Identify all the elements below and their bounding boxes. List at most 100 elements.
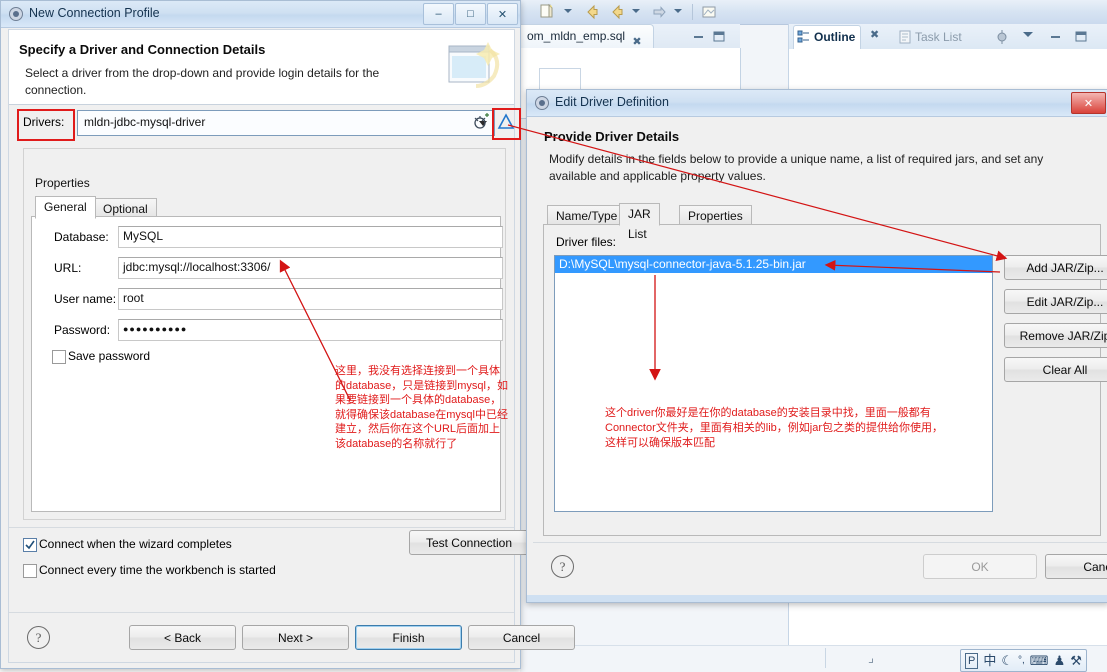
close-button[interactable]: ✕ [1071, 92, 1106, 114]
properties-legend: Properties [31, 176, 94, 190]
database-field[interactable]: MySQL [118, 226, 503, 248]
drivers-row: Drivers: mldn-jdbc-mysql-driver [9, 104, 521, 144]
editor-minimize-icon[interactable] [692, 30, 705, 42]
connect-every-time-label: Connect every time the workbench is star… [39, 563, 276, 577]
outline-minimize-icon[interactable] [1049, 30, 1062, 42]
edit-driver-definition-dialog: Edit Driver Definition ✕ Provide Driver … [526, 89, 1107, 603]
finish-button[interactable]: Finish [355, 625, 462, 650]
ime-user-icon[interactable]: ♟ [1054, 651, 1066, 670]
tab-jar-list[interactable]: JAR List [619, 203, 660, 241]
ime-mode-icon[interactable]: 中 [983, 651, 996, 670]
ime-keyboard-icon[interactable]: ⌨ [1030, 651, 1049, 670]
help-button[interactable]: ? [551, 555, 574, 578]
cancel-button[interactable]: Cancel [468, 625, 575, 650]
tab-task-list[interactable]: Task List [897, 27, 967, 47]
remove-jar-zip-button[interactable]: Remove JAR/Zip [1004, 323, 1107, 348]
task-list-icon [899, 30, 911, 44]
edit-driver-definition-title: Edit Driver Definition [555, 95, 669, 109]
status-separator [825, 648, 826, 668]
wizard-header-title: Specify a Driver and Connection Details [19, 42, 266, 57]
wizard-banner-icon [448, 42, 500, 88]
edit-driver-button-bar: OK Cancel [923, 554, 1107, 579]
connect-when-wizard-completes-checkbox[interactable] [23, 538, 37, 552]
url-annotation-note: 这里，我没有选择连接到一个具体的database，只是链接到mysql，如果要链… [335, 365, 508, 450]
ime-punctuation-icon[interactable]: °, [1018, 651, 1025, 670]
username-field[interactable]: root [118, 288, 503, 310]
url-field[interactable]: jdbc:mysql://localhost:3306/ [118, 257, 503, 279]
driver-files-list[interactable]: D:\MySQL\mysql-connector-java-5.1.25-bin… [554, 255, 993, 512]
editor-tab-label: om_mldn_emp.sql [527, 29, 626, 43]
cancel-button[interactable]: Cancel [1045, 554, 1107, 579]
drivers-label: Drivers: [23, 115, 65, 129]
back-button[interactable]: < Back [129, 625, 236, 650]
ime-settings-icon[interactable]: ⚒ [1070, 651, 1082, 670]
edit-jar-zip-button[interactable]: Edit JAR/Zip... [1004, 289, 1107, 314]
drivers-select[interactable]: mldn-jdbc-mysql-driver [77, 110, 495, 136]
dialog-bottom-strip [527, 595, 1107, 602]
password-label: Password: [54, 323, 111, 337]
next-annotation-icon[interactable] [650, 3, 668, 21]
ime-language-bar[interactable]: P 中 ☾ °, ⌨ ♟ ⚒ [960, 649, 1087, 672]
open-editor-icon[interactable] [700, 3, 718, 21]
new-driver-definition-icon[interactable] [472, 113, 490, 131]
add-jar-zip-button[interactable]: Add JAR/Zip... [1004, 255, 1107, 280]
wizard-header: Specify a Driver and Connection Details … [9, 30, 514, 105]
driver-files-label: Driver files: [556, 235, 617, 249]
eclipse-toolbar: Quick Access [520, 0, 1107, 25]
outline-view-menu-icon[interactable] [1023, 32, 1033, 37]
driver-details-description: Modify details in the fields below to pr… [549, 152, 1044, 183]
next-annotation-dropdown-icon[interactable] [674, 9, 682, 13]
new-connection-profile-title: New Connection Profile [29, 6, 160, 20]
new-connection-profile-titlebar: New Connection Profile – □ ✕ [1, 1, 520, 28]
outline-toolbar-icon[interactable] [994, 29, 1010, 44]
eclipse-status-bar: ⌟ P 中 ☾ °, ⌨ ♟ ⚒ [520, 645, 1107, 672]
tab-general-label: General [44, 200, 87, 214]
new-wizard-dropdown-icon[interactable] [564, 9, 572, 13]
edit-driver-definition-icon[interactable] [496, 112, 516, 132]
jar-list-tab-panel: Driver files: D:\MySQL\mysql-connector-j… [543, 224, 1107, 536]
password-field[interactable]: ●●●●●●●●●● [118, 319, 503, 341]
forward-dropdown-icon[interactable] [632, 9, 640, 13]
new-wizard-icon[interactable] [538, 3, 556, 21]
task-list-label: Task List [915, 30, 962, 44]
save-password-label: Save password [68, 349, 151, 363]
button-bar-separator [9, 612, 514, 613]
general-tab-panel: Database: MySQL URL: jdbc:mysql://localh… [31, 216, 508, 512]
jar-action-buttons: Add JAR/Zip... Edit JAR/Zip... Remove JA… [1004, 255, 1107, 382]
connect-every-time-checkbox[interactable] [23, 564, 37, 578]
minimize-button[interactable]: – [423, 3, 454, 25]
edit-driver-button-separator [533, 542, 1107, 543]
outline-tab-label: Outline [814, 30, 856, 44]
test-connection-button[interactable]: Test Connection [409, 530, 529, 555]
driver-details-title: Provide Driver Details [544, 129, 680, 144]
database-label: Database: [54, 230, 109, 244]
maximize-button[interactable]: □ [455, 3, 486, 25]
editor-tab-close-icon[interactable]: ✖ [632, 36, 641, 48]
url-label: URL: [54, 261, 82, 275]
help-button[interactable]: ? [27, 626, 50, 649]
outline-close-icon[interactable]: ✖ [870, 28, 879, 41]
edit-driver-definition-body: Provide Driver Details Modify details in… [533, 117, 1107, 596]
list-item[interactable]: D:\MySQL\mysql-connector-java-5.1.25-bin… [555, 256, 992, 273]
new-connection-profile-body: Specify a Driver and Connection Details … [8, 29, 575, 663]
outline-maximize-icon[interactable] [1074, 30, 1087, 42]
close-button[interactable]: ✕ [487, 3, 518, 25]
connect-when-wizard-completes-label: Connect when the wizard completes [39, 537, 232, 551]
save-password-checkbox[interactable] [52, 350, 66, 364]
drivers-selected-value: mldn-jdbc-mysql-driver [84, 115, 206, 129]
ime-moon-icon[interactable]: ☾ [1001, 651, 1013, 670]
next-button[interactable]: Next > [242, 625, 349, 650]
editor-maximize-icon[interactable] [712, 30, 725, 42]
wizard-button-bar: < Back Next > Finish Cancel [129, 625, 575, 650]
tab-general[interactable]: General [35, 196, 96, 219]
ime-logo-icon[interactable]: P [965, 652, 979, 669]
editor-tab-sql[interactable]: om_mldn_emp.sql ✖ [520, 24, 654, 49]
outline-icon [797, 30, 809, 43]
clear-all-button[interactable]: Clear All [1004, 357, 1107, 382]
ok-button[interactable]: OK [923, 554, 1037, 579]
back-arrow-icon[interactable] [583, 3, 601, 21]
driver-jar-annotation-note: 这个driver你最好是在你的database的安装目录中找，里面一般都有Con… [605, 407, 943, 449]
forward-arrow-icon[interactable] [608, 3, 626, 21]
tab-outline[interactable]: Outline [793, 25, 862, 49]
new-connection-profile-window-buttons: – □ ✕ [423, 3, 518, 25]
